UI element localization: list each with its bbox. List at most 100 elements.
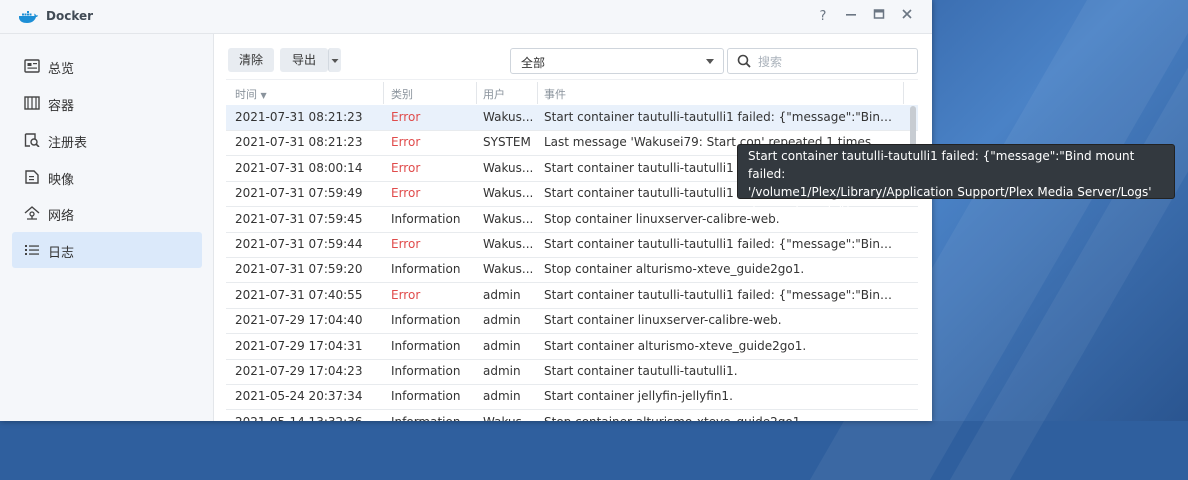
minimize-icon (846, 14, 856, 16)
cell-type: Information (391, 364, 461, 378)
cell-event: Stop container alturismo-xteve_guide2go1… (544, 415, 894, 421)
sidebar-item-label: 映像 (48, 173, 75, 188)
cell-type: Information (391, 313, 461, 328)
cell-user: Wakus... (483, 186, 534, 201)
cell-user: Wakus... (483, 211, 534, 226)
cell-time: 2021-05-14 13:32:36 (235, 415, 385, 421)
sidebar-item-network[interactable]: 网络 (12, 195, 202, 231)
search-box (727, 48, 918, 74)
cell-user: Wakus... (483, 160, 534, 175)
cell-event: Start container linuxserver-calibre-web. (544, 313, 782, 328)
column-header-event[interactable]: 事件 (544, 86, 566, 102)
minimize-button[interactable] (841, 7, 861, 27)
sidebar-item-registry[interactable]: 注册表 (12, 122, 202, 158)
table-row[interactable]: 2021-05-24 20:37:34 Information admin Start… (226, 384, 918, 411)
cell-time: 2021-07-29 17:04:23 (235, 364, 363, 378)
cell-type: Error (391, 135, 421, 150)
table-header: 时间 ▼ 类别 用户 事件 (226, 79, 918, 106)
maximize-icon (873, 9, 885, 19)
sidebar-item-overview[interactable]: 总览 (12, 48, 202, 84)
table-row[interactable]: 2021-07-29 17:04:31 Information admin Start… (226, 334, 918, 360)
cell-type: Error (391, 237, 421, 251)
chevron-down-icon (331, 59, 339, 63)
column-header-type[interactable]: 类别 (391, 86, 413, 102)
cell-event: Start container alturismo-xteve_guide2go… (544, 338, 807, 353)
sidebar-item-container[interactable]: 容器 (12, 85, 202, 121)
image-icon (25, 170, 39, 184)
cell-type: Error (391, 160, 421, 175)
table-row[interactable]: 2021-07-31 08:21:23 Error Wakus... Start co… (226, 105, 918, 131)
tooltip-line: Start container tautulli-tautulli1 faile… (748, 149, 1135, 181)
cell-user: Wakus... (483, 110, 534, 124)
cell-type: Error (391, 186, 421, 201)
cell-type: Information (391, 211, 461, 226)
cell-user: Wakus... (483, 237, 534, 251)
container-icon (24, 96, 40, 110)
sidebar: 总览 容器 注册表 映像 网络 日志 (0, 34, 214, 421)
column-header-user[interactable]: 用户 (483, 86, 505, 102)
category-filter-value: 全部 (521, 56, 546, 70)
sidebar-item-log[interactable]: 日志 (12, 232, 202, 268)
search-icon (737, 54, 751, 68)
cell-type: Error (391, 110, 421, 124)
cell-event: Start container tautulli-tautulli1 faile… (544, 110, 894, 124)
log-table: 时间 ▼ 类别 用户 事件 2021-07-31 08:21:23 Error Wa… (226, 79, 918, 421)
search-input[interactable] (756, 52, 910, 72)
log-icon (25, 245, 39, 255)
cell-time: 2021-07-31 07:40:55 (235, 287, 363, 302)
docker-whale-icon (19, 11, 38, 23)
cell-time: 2021-07-31 07:59:20 (235, 262, 363, 277)
table-row[interactable]: 2021-07-29 17:04:23 Information admin Start… (226, 359, 918, 385)
table-row[interactable]: 2021-07-31 07:40:55 Error admin Start conta… (226, 283, 918, 309)
table-row[interactable]: 2021-07-31 07:59:44 Error Wakus... Start co… (226, 232, 918, 258)
column-label: 时间 (235, 88, 257, 101)
cell-time: 2021-07-31 08:21:23 (235, 110, 363, 124)
overview-icon (24, 59, 40, 73)
cell-user: SYSTEM (483, 135, 531, 150)
cell-type: Information (391, 389, 461, 404)
category-filter-select[interactable]: 全部 (510, 48, 724, 74)
close-button[interactable] (897, 7, 917, 27)
event-tooltip: Start container tautulli-tautulli1 faile… (737, 144, 1175, 217)
cell-time: 2021-07-31 07:59:44 (235, 237, 363, 251)
sidebar-item-label: 总览 (48, 62, 75, 77)
column-header-time[interactable]: 时间 ▼ (235, 86, 267, 102)
cell-time: 2021-07-31 08:21:23 (235, 135, 363, 150)
clear-button[interactable]: 清除 (228, 48, 274, 72)
close-icon (902, 9, 912, 19)
table-row[interactable]: 2021-07-31 07:59:20 Information Wakus... St… (226, 257, 918, 284)
window-title: Docker (46, 9, 94, 23)
cell-user: admin (483, 364, 521, 378)
cell-event: Start container tautulli-tautulli1. (544, 364, 738, 378)
sidebar-item-label: 网络 (48, 209, 75, 224)
cell-event: Stop container alturismo-xteve_guide2go1… (544, 262, 805, 277)
sidebar-item-label: 容器 (48, 99, 75, 114)
sort-desc-icon: ▼ (260, 91, 267, 100)
table-row[interactable]: 2021-05-14 13:32:36 Information Wakus... St… (226, 410, 918, 421)
dropdown-caret-icon (706, 59, 714, 64)
maximize-button[interactable] (869, 7, 889, 27)
tooltip-line: does not exists"}. (748, 203, 856, 217)
cell-type: Information (391, 338, 461, 353)
column-divider[interactable] (476, 82, 477, 104)
cell-user: admin (483, 389, 521, 404)
cell-time: 2021-07-31 08:00:14 (235, 160, 363, 175)
cell-time: 2021-07-31 07:59:49 (235, 186, 363, 201)
cell-event: Start container tautulli-tautulli1 faile… (544, 287, 894, 302)
column-divider[interactable] (537, 82, 538, 104)
title-bar: Docker ? (0, 0, 932, 34)
cell-user: admin (483, 313, 521, 328)
sidebar-item-image[interactable]: 映像 (12, 159, 202, 195)
table-row[interactable]: 2021-07-29 17:04:40 Information admin Start… (226, 308, 918, 335)
cell-type: Information (391, 262, 461, 277)
cell-user: Wakus... (483, 415, 535, 421)
column-divider[interactable] (383, 82, 384, 104)
export-button[interactable]: 导出 (280, 48, 328, 72)
sidebar-item-label: 注册表 (48, 136, 88, 151)
export-dropdown-button[interactable] (328, 48, 341, 72)
help-button[interactable]: ? (813, 7, 833, 27)
column-divider[interactable] (903, 82, 904, 104)
cell-time: 2021-07-29 17:04:40 (235, 313, 363, 328)
cell-type: Error (391, 287, 421, 302)
cell-event: Start container jellyfin-jellyfin1. (544, 389, 733, 404)
